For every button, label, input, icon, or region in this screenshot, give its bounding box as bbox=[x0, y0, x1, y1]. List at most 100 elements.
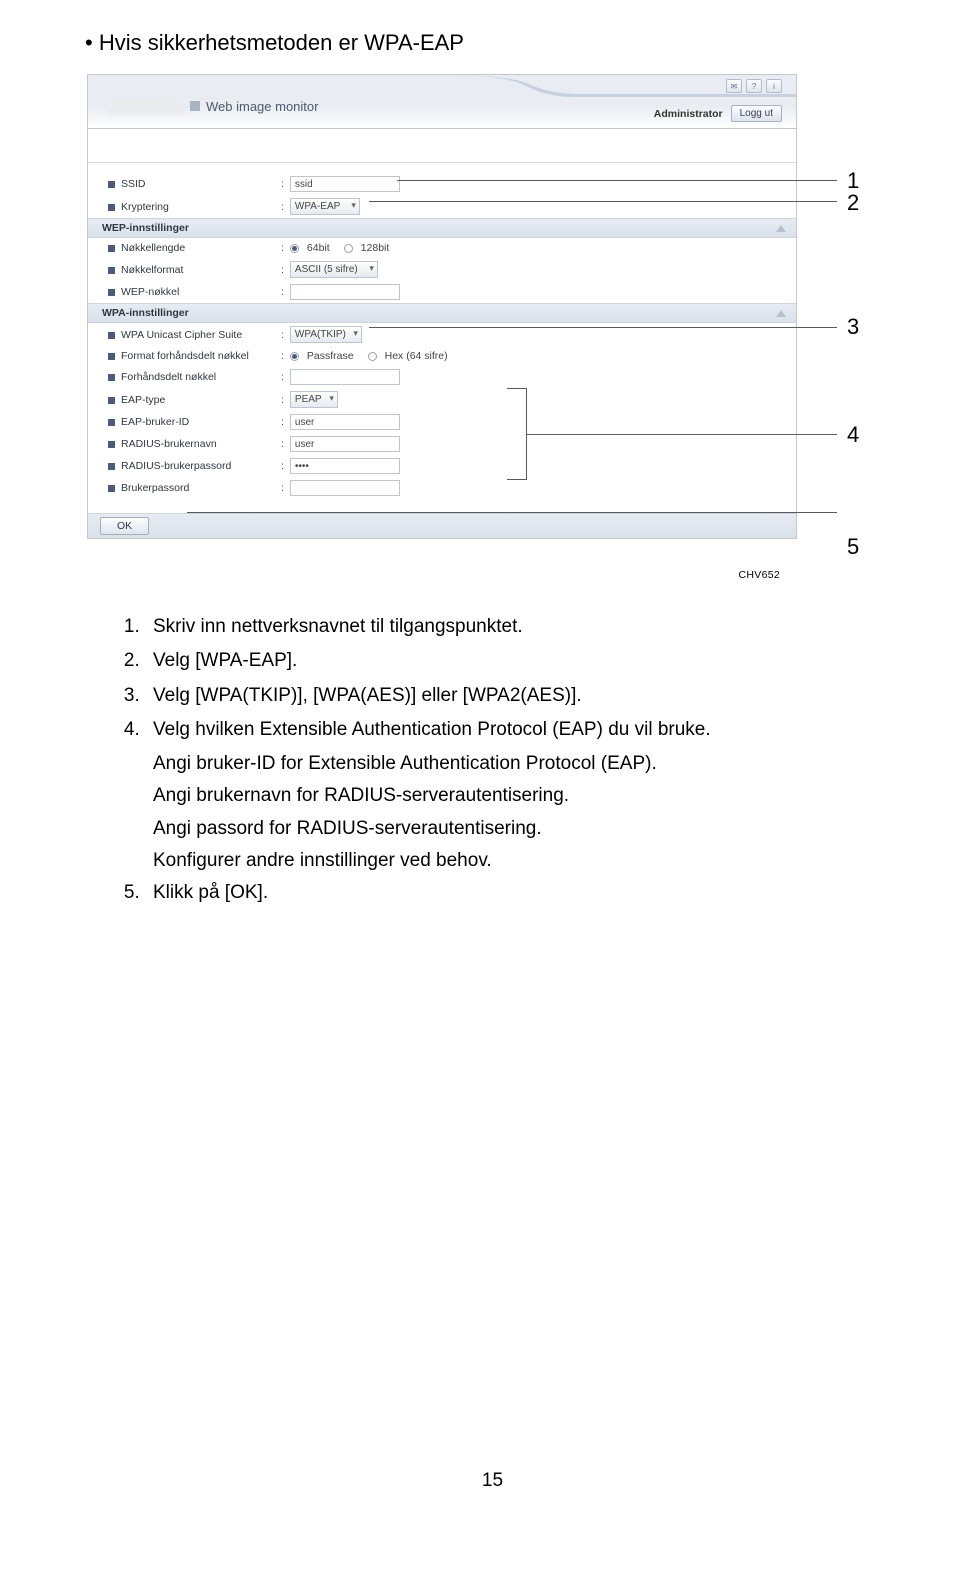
colon: : bbox=[281, 329, 284, 341]
page-number: 15 bbox=[85, 1470, 900, 1492]
callout-line-3 bbox=[369, 327, 837, 328]
row-encryption: Kryptering : WPA-EAP bbox=[88, 195, 796, 218]
encryption-label: Kryptering bbox=[121, 201, 281, 213]
bullet-icon bbox=[108, 419, 115, 426]
row-wepkey: WEP-nøkkel : bbox=[88, 281, 796, 303]
bullet-icon bbox=[108, 353, 115, 360]
radpass-label: RADIUS-brukerpassord bbox=[121, 460, 281, 472]
colon: : bbox=[281, 438, 284, 450]
header-icons: ✉ ? i bbox=[726, 79, 782, 93]
colon: : bbox=[281, 350, 284, 362]
bullet-icon bbox=[108, 485, 115, 492]
keyfmt-select[interactable]: ASCII (5 sifre) bbox=[290, 261, 378, 278]
bottom-bar: OK bbox=[88, 513, 796, 538]
ok-button[interactable]: OK bbox=[100, 517, 149, 535]
colon: : bbox=[281, 460, 284, 472]
row-ssid: SSID : bbox=[88, 173, 796, 195]
steps-list: Skriv inn nettverksnavnet til tilgangspu… bbox=[85, 611, 900, 746]
steps-list-cont: Klikk på [OK]. bbox=[85, 877, 900, 909]
wep-section-head: WEP-innstillinger bbox=[88, 218, 796, 238]
colon: : bbox=[281, 286, 284, 298]
keyfmt-label: Nøkkelformat bbox=[121, 264, 281, 276]
screenshot-wrap: ✉ ? i Web image monitor Administrator Lo… bbox=[87, 74, 900, 539]
radpass-input[interactable] bbox=[290, 458, 400, 474]
callout-3: 3 bbox=[847, 314, 859, 340]
step-4d: Konfigurer andre innstillinger ved behov… bbox=[153, 845, 900, 877]
radname-input[interactable] bbox=[290, 436, 400, 452]
userpass-label: Brukerpassord bbox=[121, 482, 281, 494]
keylen-radio-64[interactable] bbox=[290, 244, 299, 253]
colon: : bbox=[281, 416, 284, 428]
wepkey-label: WEP-nøkkel bbox=[121, 286, 281, 298]
colon: : bbox=[281, 242, 284, 254]
pskfmt-radio-hex[interactable] bbox=[368, 352, 377, 361]
bullet-icon bbox=[108, 332, 115, 339]
bullet-icon bbox=[108, 374, 115, 381]
wpa-section-label: WPA-innstillinger bbox=[102, 307, 189, 319]
eapuser-input[interactable] bbox=[290, 414, 400, 430]
step-5: Klikk på [OK]. bbox=[145, 877, 900, 909]
step-4a: Angi bruker-ID for Extensible Authentica… bbox=[153, 748, 900, 780]
admin-label: Administrator bbox=[654, 108, 723, 120]
wim-header: ✉ ? i Web image monitor Administrator Lo… bbox=[88, 75, 796, 129]
row-keyfmt: Nøkkelformat : ASCII (5 sifre) bbox=[88, 258, 796, 281]
eaptype-label: EAP-type bbox=[121, 394, 281, 406]
keylen-opt-128: 128bit bbox=[361, 242, 390, 254]
row-radpass: RADIUS-brukerpassord : bbox=[88, 455, 796, 477]
ssid-label: SSID bbox=[121, 178, 281, 190]
pskfmt-label: Format forhåndsdelt nøkkel bbox=[121, 350, 281, 362]
step-1: Skriv inn nettverksnavnet til tilgangspu… bbox=[145, 611, 900, 643]
colon: : bbox=[281, 482, 284, 494]
content-area: SSID : Kryptering : WPA-EAP WEP-innstill… bbox=[88, 163, 796, 513]
psk-input[interactable] bbox=[290, 369, 400, 385]
colon: : bbox=[281, 371, 284, 383]
ssid-input[interactable] bbox=[290, 176, 400, 192]
wepkey-input[interactable] bbox=[290, 284, 400, 300]
step-4b: Angi brukernavn for RADIUS-serverautenti… bbox=[153, 780, 900, 812]
cipher-label: WPA Unicast Cipher Suite bbox=[121, 329, 281, 341]
bullet-icon bbox=[108, 289, 115, 296]
callout-4: 4 bbox=[847, 422, 859, 448]
bullet-icon bbox=[108, 245, 115, 252]
bullet-icon bbox=[108, 204, 115, 211]
row-psk: Forhåndsdelt nøkkel : bbox=[88, 366, 796, 388]
help-icon[interactable]: ? bbox=[746, 79, 762, 93]
wpa-section-head: WPA-innstillinger bbox=[88, 303, 796, 323]
callout-bracket-4 bbox=[507, 388, 527, 480]
bullet-icon bbox=[108, 463, 115, 470]
row-radname: RADIUS-brukernavn : bbox=[88, 433, 796, 455]
cipher-select[interactable]: WPA(TKIP) bbox=[290, 326, 362, 343]
userpass-input[interactable] bbox=[290, 480, 400, 496]
logout-button[interactable]: Logg ut bbox=[731, 105, 782, 122]
collapse-icon[interactable] bbox=[776, 310, 786, 317]
pskfmt-radio-pass[interactable] bbox=[290, 352, 299, 361]
callout-line-4 bbox=[527, 434, 837, 435]
pskfmt-opt-pass: Passfrase bbox=[307, 350, 354, 362]
callout-line-1 bbox=[397, 180, 837, 181]
colon: : bbox=[281, 201, 284, 213]
callout-5: 5 bbox=[847, 534, 859, 560]
row-keylen: Nøkkellengde : 64bit 128bit bbox=[88, 238, 796, 258]
section-title: Hvis sikkerhetsmetoden er WPA-EAP bbox=[85, 30, 900, 56]
colon: : bbox=[281, 264, 284, 276]
bullet-icon bbox=[108, 267, 115, 274]
step-4: Velg hvilken Extensible Authentication P… bbox=[145, 714, 900, 746]
keylen-radio-128[interactable] bbox=[344, 244, 353, 253]
code-ref: CHV652 bbox=[85, 569, 780, 581]
info-icon[interactable]: i bbox=[766, 79, 782, 93]
step-2: Velg [WPA-EAP]. bbox=[145, 645, 900, 677]
eapuser-label: EAP-bruker-ID bbox=[121, 416, 281, 428]
mail-icon[interactable]: ✉ bbox=[726, 79, 742, 93]
keylen-label: Nøkkellengde bbox=[121, 242, 281, 254]
blank-strip bbox=[88, 129, 796, 163]
wim-title: Web image monitor bbox=[206, 99, 318, 114]
eaptype-select[interactable]: PEAP bbox=[290, 391, 338, 408]
wim-title-row: Web image monitor bbox=[106, 97, 318, 115]
row-pskfmt: Format forhåndsdelt nøkkel : Passfrase H… bbox=[88, 346, 796, 366]
step-3: Velg [WPA(TKIP)], [WPA(AES)] eller [WPA2… bbox=[145, 680, 900, 712]
colon: : bbox=[281, 394, 284, 406]
pskfmt-opt-hex: Hex (64 sifre) bbox=[385, 350, 448, 362]
row-eapuser: EAP-bruker-ID : bbox=[88, 411, 796, 433]
collapse-icon[interactable] bbox=[776, 225, 786, 232]
encryption-select[interactable]: WPA-EAP bbox=[290, 198, 360, 215]
